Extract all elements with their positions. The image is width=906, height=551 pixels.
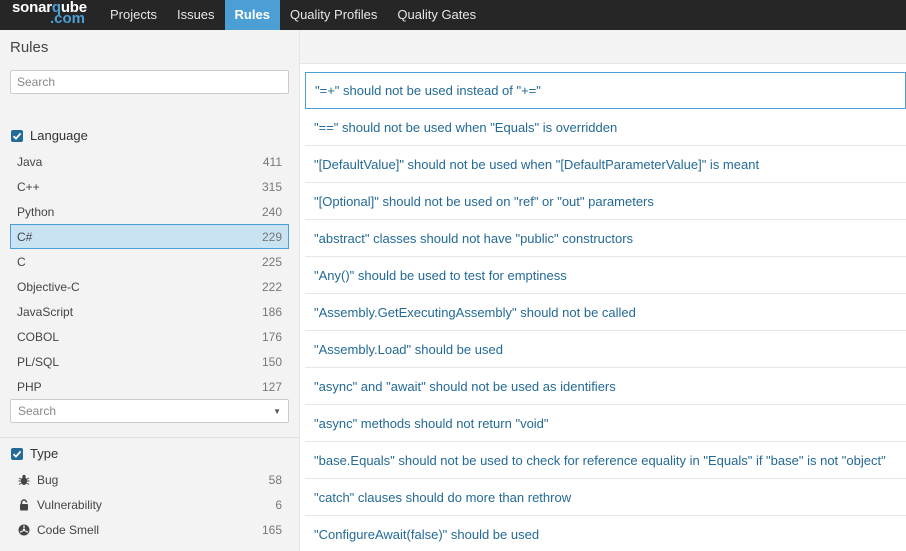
rules-search-input[interactable] bbox=[10, 70, 289, 94]
rule-row[interactable]: "async" and "await" should not be used a… bbox=[305, 368, 906, 405]
language-facet-header[interactable]: Language bbox=[11, 128, 88, 143]
facet-item-label: JavaScript bbox=[17, 304, 74, 319]
code-smell-icon bbox=[17, 523, 31, 537]
rule-row[interactable]: "async" methods should not return "void" bbox=[305, 405, 906, 442]
language-search-placeholder: Search bbox=[18, 404, 57, 418]
rule-row[interactable]: "Assembly.GetExecutingAssembly" should n… bbox=[305, 294, 906, 331]
facet-item-java[interactable]: Java 411 bbox=[10, 149, 289, 174]
page-title: Rules bbox=[10, 39, 49, 56]
facet-item-c[interactable]: C 225 bbox=[10, 249, 289, 274]
facet-item-label: PHP bbox=[17, 379, 42, 394]
nav-issues[interactable]: Issues bbox=[167, 0, 225, 30]
facet-item-count: 150 bbox=[261, 354, 282, 369]
rule-row[interactable]: "[Optional]" should not be used on "ref"… bbox=[305, 183, 906, 220]
rule-row[interactable]: "base.Equals" should not be used to chec… bbox=[305, 442, 906, 479]
facet-item-count: 229 bbox=[261, 229, 282, 244]
facet-divider bbox=[0, 437, 299, 438]
language-facet-title: Language bbox=[30, 128, 88, 143]
rule-title[interactable]: "Assembly.GetExecutingAssembly" should n… bbox=[314, 305, 636, 320]
facet-item-count: 186 bbox=[261, 304, 282, 319]
facet-item-label: Python bbox=[17, 204, 55, 219]
facet-item-label: PL/SQL bbox=[17, 354, 60, 369]
chevron-down-icon: ▼ bbox=[273, 406, 281, 416]
facet-item-cobol[interactable]: COBOL 176 bbox=[10, 324, 289, 349]
facet-item-count: 176 bbox=[261, 329, 282, 344]
facet-item-vulnerability[interactable]: Vulnerability 6 bbox=[10, 492, 289, 517]
facet-item-count: 6 bbox=[275, 497, 282, 512]
facet-item-count: 315 bbox=[261, 179, 282, 194]
logo-text-sonar: sonar bbox=[12, 0, 52, 16]
nav-quality-gates[interactable]: Quality Gates bbox=[387, 0, 486, 30]
rule-title[interactable]: "=+" should not be used instead of "+=" bbox=[315, 83, 541, 98]
rules-main-panel: "=+" should not be used instead of "+=" … bbox=[300, 30, 906, 551]
facet-item-count: 127 bbox=[261, 379, 282, 394]
rule-title[interactable]: "async" and "await" should not be used a… bbox=[314, 379, 616, 394]
facet-item-label: Bug bbox=[37, 472, 59, 487]
rules-list-header bbox=[300, 30, 906, 64]
rule-row[interactable]: "Assembly.Load" should be used bbox=[305, 331, 906, 368]
rule-title[interactable]: "async" methods should not return "void" bbox=[314, 416, 549, 431]
rule-title[interactable]: "ConfigureAwait(false)" should be used bbox=[314, 527, 539, 542]
facet-item-label: Java bbox=[17, 154, 43, 169]
facet-item-label: Objective-C bbox=[17, 279, 80, 294]
nav-rules[interactable]: Rules bbox=[224, 0, 280, 30]
rule-row[interactable]: "Any()" should be used to test for empti… bbox=[305, 257, 906, 294]
type-facet-title: Type bbox=[30, 446, 59, 461]
facet-item-cpp[interactable]: C++ 315 bbox=[10, 174, 289, 199]
bug-icon bbox=[17, 473, 31, 487]
facet-item-label: C++ bbox=[17, 179, 40, 194]
rule-title[interactable]: "Assembly.Load" should be used bbox=[314, 342, 503, 357]
sonarqube-logo[interactable]: sonarqube .com bbox=[0, 0, 100, 30]
facet-item-python[interactable]: Python 240 bbox=[10, 199, 289, 224]
rule-row[interactable]: "==" should not be used when "Equals" is… bbox=[305, 109, 906, 146]
rules-list: "=+" should not be used instead of "+=" … bbox=[305, 72, 906, 551]
rule-title[interactable]: "==" should not be used when "Equals" is… bbox=[314, 120, 617, 135]
facet-item-objective-c[interactable]: Objective-C 222 bbox=[10, 274, 289, 299]
facet-item-count: 222 bbox=[261, 279, 282, 294]
rule-row[interactable]: "=+" should not be used instead of "+=" bbox=[305, 72, 906, 109]
facet-item-javascript[interactable]: JavaScript 186 bbox=[10, 299, 289, 324]
facet-item-count: 240 bbox=[261, 204, 282, 219]
rule-title[interactable]: "[Optional]" should not be used on "ref"… bbox=[314, 194, 654, 209]
facet-item-php[interactable]: PHP 127 bbox=[10, 374, 289, 399]
rule-row[interactable]: "catch" clauses should do more than reth… bbox=[305, 479, 906, 516]
language-search-select[interactable]: Search ▼ bbox=[10, 399, 289, 423]
language-facet-list: Java 411 C++ 315 Python 240 C# 229 C 225 Obje… bbox=[10, 149, 289, 399]
facet-item-count: 165 bbox=[261, 522, 282, 537]
lock-icon bbox=[17, 498, 31, 512]
filters-sidebar: Rules Language Java 411 C++ 315 Python 240 … bbox=[0, 30, 300, 551]
facet-item-label: C bbox=[17, 254, 26, 269]
top-navbar: sonarqube .com Projects Issues Rules Qua… bbox=[0, 0, 906, 30]
facet-item-bug[interactable]: Bug 58 bbox=[10, 467, 289, 492]
nav-projects[interactable]: Projects bbox=[100, 0, 167, 30]
type-facet-list: Bug 58 Vulnerability 6 Code Smell 165 bbox=[10, 467, 289, 542]
facet-item-count: 411 bbox=[262, 154, 282, 169]
main-nav: Projects Issues Rules Quality Profiles Q… bbox=[100, 0, 486, 30]
facet-item-code-smell[interactable]: Code Smell 165 bbox=[10, 517, 289, 542]
facet-item-label: C# bbox=[17, 229, 33, 244]
rule-row[interactable]: "abstract" classes should not have "publ… bbox=[305, 220, 906, 257]
facet-item-label: Vulnerability bbox=[37, 497, 102, 512]
facet-item-plsql[interactable]: PL/SQL 150 bbox=[10, 349, 289, 374]
nav-quality-profiles[interactable]: Quality Profiles bbox=[280, 0, 387, 30]
type-facet-header[interactable]: Type bbox=[11, 446, 58, 461]
rule-title[interactable]: "Any()" should be used to test for empti… bbox=[314, 268, 567, 283]
rule-row[interactable]: "ConfigureAwait(false)" should be used bbox=[305, 516, 906, 551]
facet-item-count: 58 bbox=[268, 472, 282, 487]
checkbox-checked-icon[interactable] bbox=[11, 129, 23, 142]
checkbox-checked-icon[interactable] bbox=[11, 447, 23, 460]
rule-title[interactable]: "catch" clauses should do more than reth… bbox=[314, 490, 571, 505]
rule-row[interactable]: "[DefaultValue]" should not be used when… bbox=[305, 146, 906, 183]
facet-item-label: Code Smell bbox=[37, 522, 100, 537]
facet-item-label: COBOL bbox=[17, 329, 60, 344]
rule-title[interactable]: "base.Equals" should not be used to chec… bbox=[314, 453, 886, 468]
rule-title[interactable]: "[DefaultValue]" should not be used when… bbox=[314, 157, 759, 172]
rule-title[interactable]: "abstract" classes should not have "publ… bbox=[314, 231, 633, 246]
facet-item-csharp[interactable]: C# 229 bbox=[10, 224, 289, 249]
facet-item-count: 225 bbox=[261, 254, 282, 269]
